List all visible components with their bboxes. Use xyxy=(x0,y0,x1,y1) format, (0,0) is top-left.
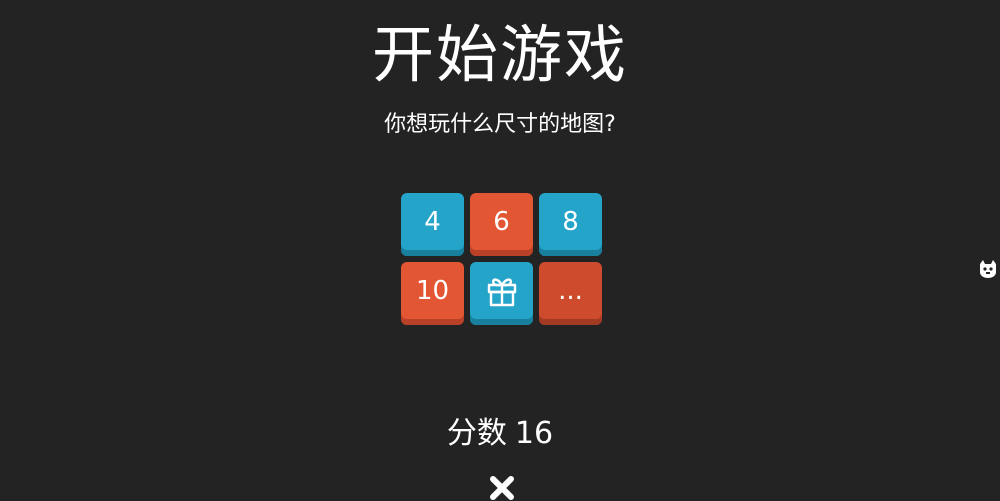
size-option-label: 4 xyxy=(424,206,441,237)
score-label: 分数 xyxy=(446,416,507,451)
close-icon[interactable] xyxy=(487,471,517,501)
score-value: 16 xyxy=(514,416,554,451)
size-option-8-button[interactable]: 8 xyxy=(539,193,602,256)
size-option-label: 8 xyxy=(562,206,579,237)
gift-button[interactable] xyxy=(470,262,533,325)
size-question: 你想玩什么尺寸的地图? xyxy=(384,112,616,137)
size-option-label: 6 xyxy=(493,206,510,237)
score-display: 分数 16 xyxy=(0,414,1000,454)
game-screen: 开始游戏 你想玩什么尺寸的地图? 4 6 8 10 ... 分数 16 xyxy=(0,0,1000,501)
size-option-10-button[interactable]: 10 xyxy=(401,262,464,325)
size-grid: 4 6 8 10 ... xyxy=(401,193,603,325)
more-sizes-button[interactable]: ... xyxy=(539,262,602,325)
page-title: 开始游戏 xyxy=(371,18,628,91)
size-option-label: ... xyxy=(558,275,583,306)
size-option-label: 10 xyxy=(415,275,450,306)
gift-icon xyxy=(487,277,516,306)
size-option-6-button[interactable]: 6 xyxy=(470,193,533,256)
cat-icon[interactable] xyxy=(977,258,999,280)
size-option-4-button[interactable]: 4 xyxy=(401,193,464,256)
